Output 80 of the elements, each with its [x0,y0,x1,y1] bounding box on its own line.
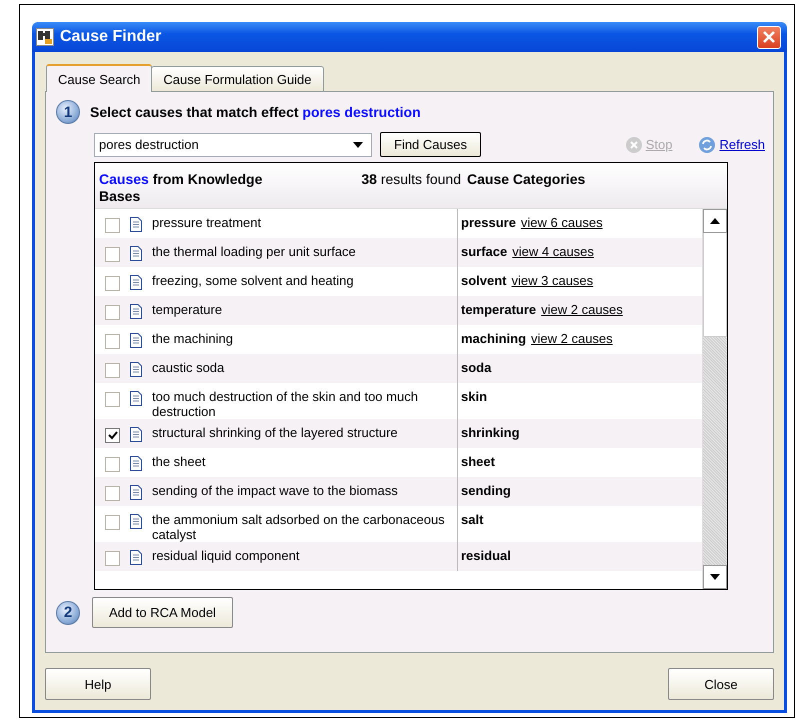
category-name: sheet [461,454,495,469]
cause-text: structural shrinking of the layered structure [152,425,398,440]
checkbox[interactable] [105,305,120,320]
category-name: pressure [461,215,516,230]
document-icon [130,456,142,471]
category-name: surface [461,244,508,259]
view-causes-link[interactable]: view 2 causes [541,302,623,317]
category-name: salt [461,512,484,527]
document-icon [130,246,142,261]
up-arrow-icon [710,218,720,224]
checkmark-icon [108,431,118,440]
scroll-up-button[interactable] [703,209,727,233]
cause-text: the ammonium salt adsorbed on the carbonaceous catalyst [152,512,446,542]
scroll-thumb[interactable] [703,233,727,337]
document-icon [130,485,142,500]
close-icon [762,30,776,44]
cause-text: pressure treatment [152,215,262,230]
checkbox[interactable] [105,551,120,566]
category-name: residual [461,548,511,563]
category-name: skin [461,389,488,404]
document-icon [130,514,142,529]
refresh-icon [698,136,716,154]
checkbox[interactable] [105,486,120,501]
cause-text: the thermal loading per unit surface [152,244,356,259]
document-icon [130,275,142,290]
document-icon [130,333,142,348]
view-causes-link[interactable]: view 2 causes [531,331,613,346]
close-button[interactable]: Close [668,668,774,700]
scrollbar[interactable] [702,209,727,589]
category-name: machining [461,331,526,346]
cause-text: caustic soda [152,360,224,375]
step-number-badge: 2 [56,600,80,624]
tab[interactable]: Cause Formulation Guide [151,66,324,91]
checkbox[interactable] [105,334,120,349]
column-header: Cause Categories [467,171,586,187]
step-number-badge: 1 [56,100,80,124]
checkbox[interactable] [105,392,120,407]
document-icon [130,217,142,232]
down-arrow-icon [710,574,720,580]
document-icon [130,427,142,442]
checkbox[interactable] [105,218,120,233]
category-name: sending [461,483,511,498]
refresh-link[interactable]: Refresh [698,136,765,154]
document-icon [130,391,142,406]
cause-text: residual liquid component [152,548,300,563]
find-causes-button[interactable]: Find Causes [380,132,481,157]
checkbox[interactable] [105,363,120,378]
cause-text: sending of the impact wave to the biomass [152,483,398,498]
help-button[interactable]: Help [45,668,151,700]
cause-text: temperature [152,302,222,317]
category-name: solvent [461,273,507,288]
checkbox[interactable] [105,428,120,443]
close-window-button[interactable] [757,26,781,48]
checkbox[interactable] [105,457,120,472]
document-icon [130,550,142,565]
checkbox[interactable] [105,515,120,530]
category-name: shrinking [461,425,520,440]
tab[interactable]: Cause Search [46,64,152,92]
window-title: Cause Finder [60,28,162,46]
document-icon [130,362,142,377]
results-count: 38 results found [360,171,462,187]
step-instruction: Select causes that match effect pores destruction [90,104,421,120]
effect-dropdown[interactable]: pores destruction [94,132,372,156]
document-icon [130,304,142,319]
view-causes-link[interactable]: view 6 causes [520,215,603,230]
scroll-down-button[interactable] [703,565,727,589]
category-name: temperature [461,302,536,317]
view-causes-link[interactable]: view 3 causes [512,273,594,288]
cause-text: freezing, some solvent and heating [152,273,354,288]
cause-text: the sheet [152,454,206,469]
column-header: Causes from Knowledge Bases [99,171,264,205]
view-causes-link[interactable]: view 4 causes [512,244,594,259]
dropdown-arrow-icon [353,142,363,148]
cause-text: too much destruction of the skin and too much destruction [152,389,419,419]
checkbox[interactable] [105,276,120,291]
category-name: soda [461,360,492,375]
checkbox[interactable] [105,247,120,262]
add-to-model-button[interactable]: Add to RCA Model [92,597,233,628]
cause-text: the machining [152,331,233,346]
stop-icon [624,136,643,154]
